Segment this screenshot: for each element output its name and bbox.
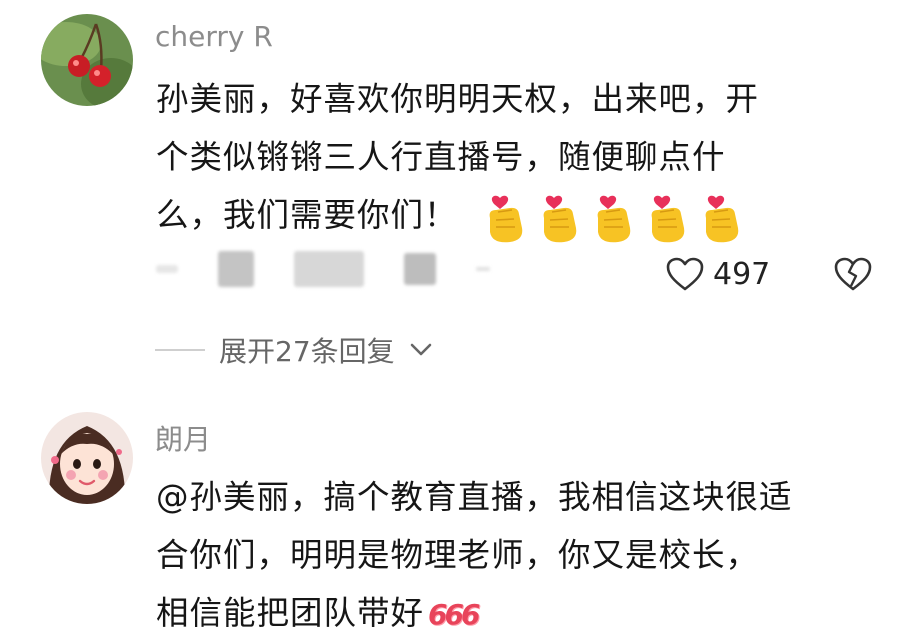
- username[interactable]: 朗月: [155, 418, 211, 458]
- comment-text-line: 孙美丽，好喜欢你明明天权，出来吧，开: [156, 80, 760, 118]
- expand-replies-label: 展开27条回复: [219, 335, 395, 368]
- comment-text: 相信能把团队带好: [156, 594, 425, 632]
- finger-heart-icon: [705, 195, 738, 243]
- like-count: 497: [713, 256, 771, 292]
- chevron-down-icon: [410, 343, 431, 356]
- finger-heart-icon: [651, 195, 684, 243]
- broken-heart-icon: [834, 257, 872, 291]
- expand-replies[interactable]: 展开27条回复: [155, 330, 433, 370]
- emoji-row: [484, 188, 754, 246]
- heart-outline-icon: [666, 257, 704, 291]
- comment-text-line-last: 相信能把团队带好 666: [156, 584, 480, 644]
- comment-meta-redacted: [156, 249, 490, 289]
- like-button[interactable]: 497: [665, 256, 770, 292]
- comment-text-line-last: 么，我们需要你们！: [156, 186, 754, 246]
- comment-text-line: 个类似锵锵三人行直播号，随便聊点什: [156, 138, 726, 176]
- comment-text-line: 合你们，明明是物理老师，你又是校长，: [156, 536, 760, 574]
- divider: [155, 349, 205, 351]
- dislike-button[interactable]: [833, 256, 873, 296]
- finger-heart-icon: [489, 195, 522, 243]
- finger-heart-icon: [597, 195, 630, 243]
- comment-text-line: @孙美丽，搞个教育直播，我相信这块很适: [156, 478, 793, 516]
- avatar[interactable]: [41, 14, 133, 106]
- avatar[interactable]: [41, 412, 133, 504]
- username[interactable]: cherry R: [155, 20, 273, 53]
- six-six-six-sticker: 666: [428, 598, 480, 631]
- finger-heart-icon: [543, 195, 576, 243]
- comment-text: 么，我们需要你们！: [156, 196, 458, 234]
